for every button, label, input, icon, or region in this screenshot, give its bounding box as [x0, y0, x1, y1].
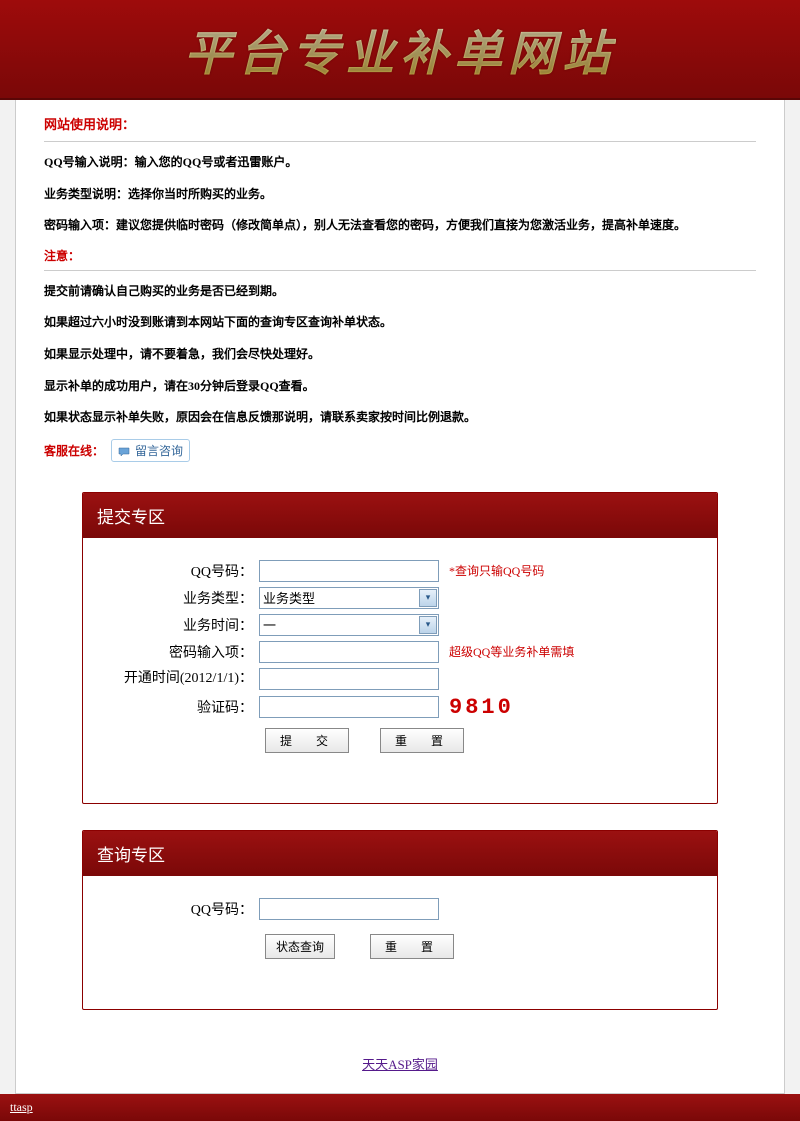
query-qq-label: QQ号码： [109, 899, 259, 919]
password-hint: 超级QQ等业务补单需填 [449, 643, 574, 660]
status-query-button[interactable]: 状态查询 [265, 934, 335, 959]
password-input[interactable] [259, 641, 439, 663]
type-label: 业务类型： [109, 588, 259, 608]
submit-panel-header: 提交专区 [83, 493, 717, 538]
divider [44, 141, 756, 142]
qq-hint: *查询只输QQ号码 [449, 562, 544, 579]
notice-line: 如果超过六小时没到账请到本网站下面的查询专区查询补单状态。 [44, 312, 756, 334]
query-panel-body: QQ号码： 状态查询 重 置 [83, 876, 717, 1009]
chat-bubble-icon [118, 446, 130, 458]
open-time-label: 开通时间(2012/1/1)： [109, 670, 259, 688]
time-select-value: 一 [263, 618, 276, 633]
submit-button[interactable]: 提 交 [265, 728, 349, 753]
instruction-line: 密码输入项：建议您提供临时密码（修改简单点），别人无法查看您的密码，方便我们直接… [44, 215, 756, 237]
captcha-label: 验证码： [109, 697, 259, 717]
main-container: 网站使用说明： QQ号输入说明：输入您的QQ号或者迅雷账户。 业务类型说明：选择… [15, 100, 785, 1094]
qq-label: QQ号码： [109, 561, 259, 581]
open-time-input[interactable] [259, 668, 439, 690]
notice-title: 注意： [44, 247, 756, 264]
time-label: 业务时间： [109, 615, 259, 635]
notice-line: 显示补单的成功用户，请在30分钟后登录QQ查看。 [44, 376, 756, 398]
query-qq-input[interactable] [259, 898, 439, 920]
notice-line: 提交前请确认自己购买的业务是否已经到期。 [44, 281, 756, 303]
chevron-down-icon [419, 616, 437, 634]
service-row: 客服在线： 留言咨询 [44, 439, 756, 462]
notice-line: 如果状态显示补单失败，原因会在信息反馈那说明，请联系卖家按时间比例退款。 [44, 407, 756, 429]
query-panel: 查询专区 QQ号码： 状态查询 重 置 [82, 830, 718, 1010]
divider [44, 270, 756, 271]
type-select[interactable]: 业务类型 [259, 587, 439, 609]
query-panel-header: 查询专区 [83, 831, 717, 876]
instruction-line: QQ号输入说明：输入您的QQ号或者迅雷账户。 [44, 152, 756, 174]
instructions-section: 网站使用说明： QQ号输入说明：输入您的QQ号或者迅雷账户。 业务类型说明：选择… [16, 100, 784, 466]
captcha-input[interactable] [259, 696, 439, 718]
time-select[interactable]: 一 [259, 614, 439, 636]
submit-panel: 提交专区 QQ号码： *查询只输QQ号码 业务类型： 业务类型 业务时间： 一 [82, 492, 718, 804]
msg-btn-label: 留言咨询 [135, 444, 183, 458]
instruction-line: 业务类型说明：选择你当时所购买的业务。 [44, 184, 756, 206]
captcha-image: 9810 [449, 695, 514, 720]
query-reset-button[interactable]: 重 置 [370, 934, 454, 959]
site-title: 平台专业补单网站 [184, 14, 616, 84]
submit-panel-body: QQ号码： *查询只输QQ号码 业务类型： 业务类型 业务时间： 一 密码输入 [83, 538, 717, 803]
qq-input[interactable] [259, 560, 439, 582]
instructions-title: 网站使用说明： [44, 114, 756, 133]
leave-message-button[interactable]: 留言咨询 [111, 439, 190, 462]
footer-row: 天天ASP家园 [16, 1024, 784, 1093]
reset-button[interactable]: 重 置 [380, 728, 464, 753]
service-label: 客服在线： [44, 444, 104, 458]
notice-line: 如果显示处理中，请不要着急，我们会尽快处理好。 [44, 344, 756, 366]
password-label: 密码输入项： [109, 642, 259, 662]
footer-link[interactable]: 天天ASP家园 [362, 1057, 438, 1072]
type-select-value: 业务类型 [263, 591, 315, 606]
header-banner: 平台专业补单网站 [0, 0, 800, 100]
chevron-down-icon [419, 589, 437, 607]
bottom-bar: ttasp [0, 1094, 800, 1121]
